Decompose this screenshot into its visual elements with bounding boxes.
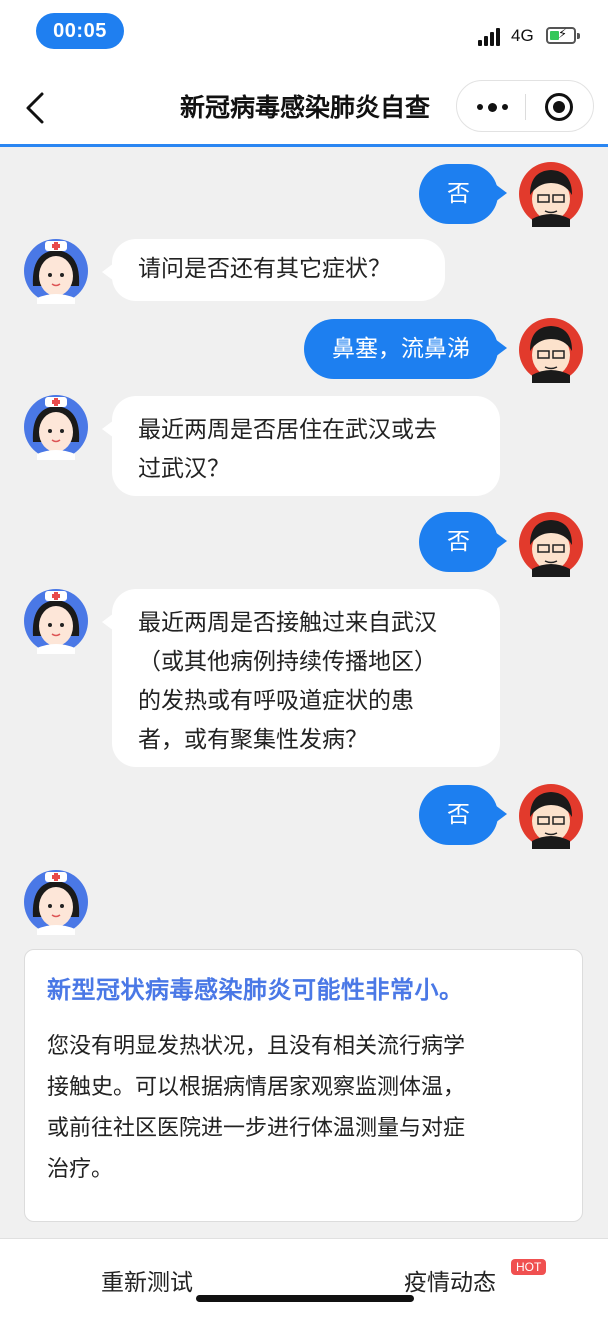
battery-icon: ⚡ — [546, 27, 580, 44]
message-line: 最近两周是否接触过来自武汉 — [138, 610, 437, 636]
home-indicator[interactable] — [196, 1295, 414, 1302]
result-title: 新型冠状病毒感染肺炎可能性非常小。 — [47, 976, 464, 1004]
bot-message: 最近两周是否居住在武汉或去 过武汉？ — [102, 396, 500, 496]
status-bar: 00:05 4G ⚡ — [0, 0, 608, 70]
user-avatar — [519, 318, 583, 383]
capsule-divider — [525, 94, 526, 120]
message-line: 最近两周是否居住在武汉或去 — [138, 417, 437, 443]
hot-badge: HOT — [511, 1259, 547, 1275]
nav-bar: 新冠病毒感染肺炎自查 — [0, 70, 608, 147]
message-line: （或其他病例持续传播地区） — [138, 649, 437, 675]
user-message: 否 — [419, 164, 507, 224]
page-title: 新冠病毒感染肺炎自查 — [179, 93, 430, 122]
chevron-left-icon — [26, 92, 44, 124]
retest-button[interactable]: 重新测试 — [101, 1263, 193, 1297]
message-line: 者，或有聚集性发病？ — [138, 727, 368, 753]
result-body: 您没有明显发热状况，且没有相关流行病学 接触史。可以根据病情居家观察监测体温， … — [47, 1026, 560, 1190]
message-text: 鼻塞，流鼻涕 — [332, 336, 470, 362]
more-icon[interactable] — [467, 91, 517, 123]
nurse-avatar — [24, 239, 88, 304]
close-mini-program-icon[interactable] — [545, 93, 573, 121]
message-text: 请问是否还有其它症状？ — [138, 256, 391, 282]
result-line: 您没有明显发热状况，且没有相关流行病学 — [47, 1034, 466, 1059]
nurse-avatar — [24, 589, 88, 654]
result-line: 或前往社区医院进一步进行体温测量与对症 — [47, 1116, 466, 1141]
user-avatar — [519, 784, 583, 849]
bot-message: 请问是否还有其它症状？ — [102, 239, 445, 301]
bot-message: 最近两周是否接触过来自武汉 （或其他病例持续传播地区） 的发热或有呼吸道症状的患… — [102, 589, 500, 767]
message-text: 否 — [447, 529, 470, 555]
network-label: 4G — [511, 26, 534, 45]
message-text: 否 — [447, 802, 470, 828]
user-message: 否 — [419, 512, 507, 572]
back-button[interactable] — [18, 88, 54, 128]
chat-area[interactable]: 否 请问是否还有其它症状？ 鼻塞，流鼻涕 最近两周是否居住在武汉或去 过武汉？ … — [0, 147, 608, 1237]
message-line: 的发热或有呼吸道症状的患 — [138, 688, 414, 714]
epidemic-news-button[interactable]: 疫情动态 — [404, 1263, 496, 1297]
message-line: 过武汉？ — [138, 456, 230, 482]
result-line: 接触史。可以根据病情居家观察监测体温， — [47, 1075, 466, 1100]
status-time: 00:05 — [36, 13, 124, 49]
user-avatar — [519, 162, 583, 227]
bottom-bar: 重新测试 疫情动态 HOT — [0, 1238, 608, 1318]
user-avatar — [519, 512, 583, 577]
result-card: 新型冠状病毒感染肺炎可能性非常小。 您没有明显发热状况，且没有相关流行病学 接触… — [24, 949, 583, 1222]
user-message: 否 — [419, 785, 507, 845]
signal-icon — [478, 28, 504, 46]
nurse-avatar — [24, 395, 88, 460]
user-message: 鼻塞，流鼻涕 — [304, 319, 507, 379]
nurse-avatar — [24, 870, 88, 935]
mini-program-capsule — [456, 80, 594, 132]
result-line: 治疗。 — [47, 1157, 114, 1182]
message-text: 否 — [447, 181, 470, 207]
